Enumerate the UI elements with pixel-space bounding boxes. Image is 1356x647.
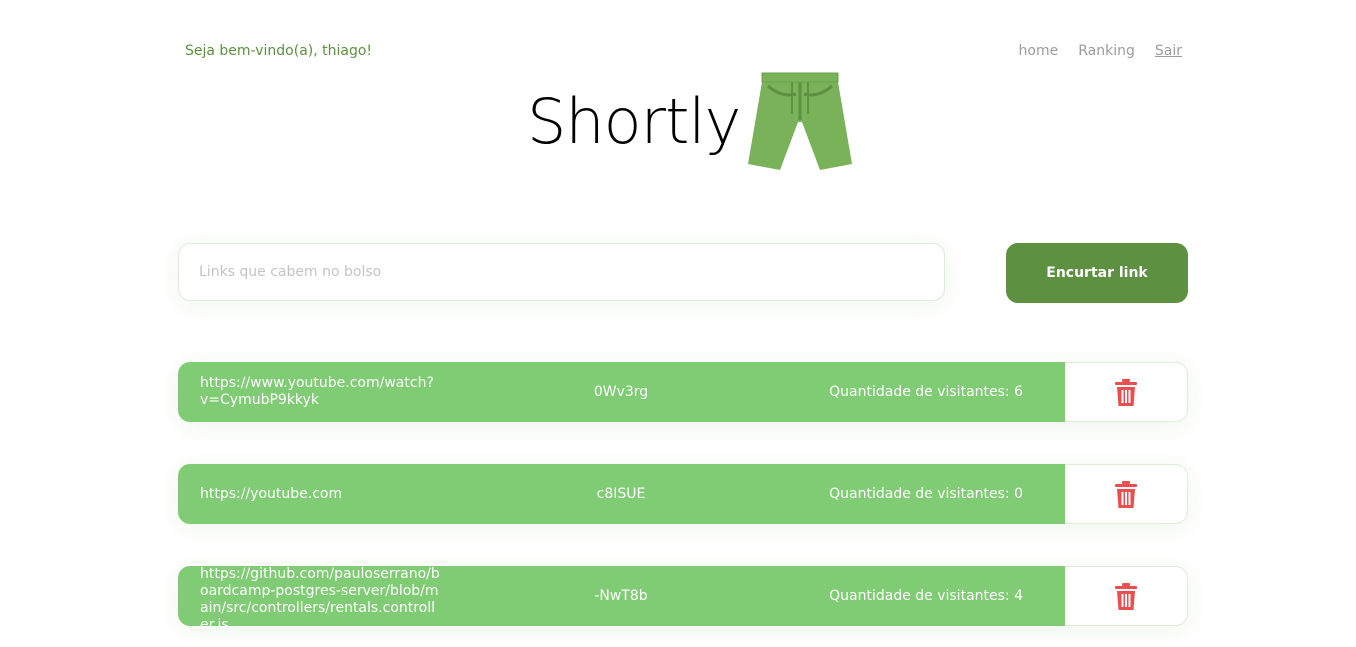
link-row: https://www.youtube.com/watch?v=CymubP9k…: [178, 362, 1188, 422]
shorten-button[interactable]: Encurtar link: [1006, 243, 1188, 303]
trash-icon: [1115, 582, 1137, 610]
shorten-form: Encurtar link: [178, 243, 1188, 303]
url-input[interactable]: [178, 243, 945, 301]
link-visit-count: Quantidade de visitantes: 6: [829, 384, 1023, 400]
link-original-url: https://www.youtube.com/watch?v=CymubP9k…: [200, 375, 434, 408]
shorts-icon: [748, 72, 853, 170]
top-nav: home Ranking Sair: [1019, 41, 1182, 61]
trash-icon: [1115, 378, 1137, 406]
link-row: https://github.com/pauloserrano/boardcam…: [178, 566, 1188, 626]
link-visit-count: Quantidade de visitantes: 4: [829, 588, 1023, 604]
link-short-code: 0Wv3rg: [593, 384, 649, 400]
link-short-code: c8ISUE: [596, 486, 646, 502]
brand-name: Shortly: [527, 85, 741, 158]
nav-logout-link[interactable]: Sair: [1155, 41, 1182, 61]
delete-link-button[interactable]: [1065, 566, 1188, 626]
delete-link-button[interactable]: [1065, 464, 1188, 524]
page: Seja bem-vindo(a), thiago! home Ranking …: [0, 0, 1356, 647]
welcome-message: Seja bem-vindo(a), thiago!: [185, 43, 373, 59]
brand: Shortly: [527, 70, 853, 174]
link-visit-count: Quantidade de visitantes: 0: [829, 486, 1023, 502]
link-open-area[interactable]: https://youtube.com c8ISUE Quantidade de…: [178, 464, 1065, 524]
link-open-area[interactable]: https://www.youtube.com/watch?v=CymubP9k…: [178, 362, 1065, 422]
link-short-code: -NwT8b: [594, 588, 648, 604]
link-row: https://youtube.com c8ISUE Quantidade de…: [178, 464, 1188, 524]
link-list: https://www.youtube.com/watch?v=CymubP9k…: [178, 362, 1188, 647]
trash-icon: [1115, 480, 1137, 508]
link-open-area[interactable]: https://github.com/pauloserrano/boardcam…: [178, 566, 1065, 626]
nav-ranking-link[interactable]: Ranking: [1078, 41, 1135, 61]
link-original-url: https://github.com/pauloserrano/boardcam…: [200, 566, 440, 626]
delete-link-button[interactable]: [1065, 362, 1188, 422]
nav-home-link[interactable]: home: [1019, 41, 1059, 61]
link-original-url: https://youtube.com: [200, 485, 343, 502]
